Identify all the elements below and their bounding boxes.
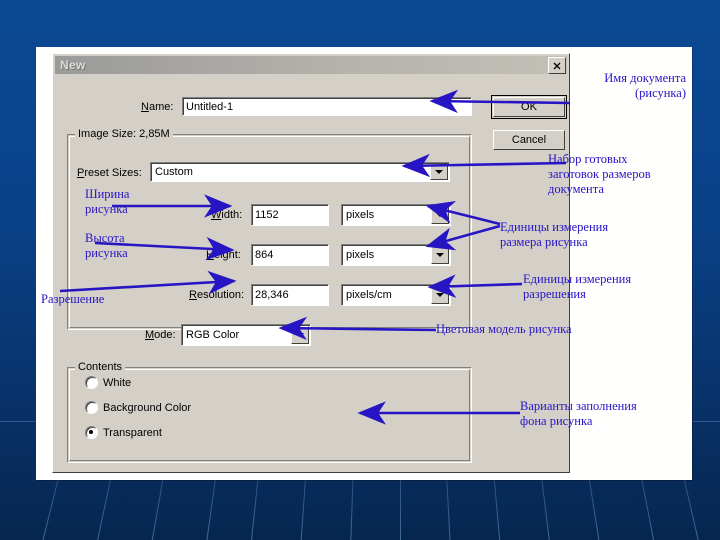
- cancel-button[interactable]: Cancel: [493, 130, 565, 150]
- contents-option-label: White: [103, 376, 132, 389]
- radio-icon[interactable]: [85, 401, 98, 414]
- width-input[interactable]: 1152: [251, 204, 329, 226]
- resolution-label: Resolution:: [189, 289, 245, 301]
- contents-group-title: Contents: [75, 361, 126, 373]
- preset-sizes-select[interactable]: Custom: [150, 162, 450, 182]
- width-units-select[interactable]: pixels: [341, 204, 451, 226]
- annotation-width: Ширина рисунка: [85, 187, 130, 216]
- width-units-value: pixels: [346, 209, 375, 221]
- preset-sizes-value: Custom: [155, 166, 193, 178]
- height-units-select[interactable]: pixels: [341, 244, 451, 266]
- annotation-resolution: Разрешение: [41, 292, 105, 306]
- mode-select[interactable]: RGB Color: [181, 324, 311, 346]
- image-size-group-title: Image Size: 2,85M: [75, 128, 173, 140]
- radio-icon[interactable]: [85, 376, 98, 389]
- preset-sizes-label: Preset Sizes:: [77, 167, 142, 179]
- annotation-color-model: Цветовая модель рисунка: [436, 322, 572, 336]
- height-units-value: pixels: [346, 249, 375, 261]
- width-label: Width:: [211, 209, 243, 221]
- annotation-height: Высота рисунка: [85, 231, 128, 260]
- annotation-resolution-units: Единицы измерения разрешения: [523, 272, 632, 301]
- annotation-fill-options: Варианты заполнения фона рисунка: [520, 399, 637, 428]
- height-value: 864: [255, 249, 274, 261]
- contents-option-label: Transparent: [103, 426, 162, 439]
- chevron-down-icon[interactable]: [291, 326, 309, 344]
- name-input-value: Untitled-1: [186, 100, 234, 113]
- chevron-down-icon[interactable]: [430, 164, 448, 180]
- radio-icon[interactable]: [85, 426, 98, 439]
- resolution-units-select[interactable]: pixels/cm: [341, 284, 451, 306]
- new-document-dialog: New Name: Untitled-1 OK Cancel Image Siz…: [41, 53, 570, 473]
- slide-content-panel: New Name: Untitled-1 OK Cancel Image Siz…: [36, 47, 692, 480]
- contents-option-white[interactable]: White: [85, 376, 131, 389]
- chevron-down-icon[interactable]: [431, 246, 449, 264]
- annotation-size-units: Единицы измерения размера рисунка: [500, 220, 609, 249]
- mode-value: RGB Color: [186, 329, 240, 341]
- cancel-button-label: Cancel: [511, 134, 547, 146]
- contents-option-label: Background Color: [103, 401, 192, 414]
- resolution-value: 28,346: [255, 289, 289, 301]
- dialog-title: New: [60, 58, 86, 72]
- chevron-down-icon[interactable]: [431, 286, 449, 304]
- resolution-units-value: pixels/cm: [346, 289, 392, 301]
- contents-option-background-color[interactable]: Background Color: [85, 401, 191, 414]
- annotation-preset-sizes: Набор готовых заготовок размеров докумен…: [548, 152, 651, 196]
- mode-label: Mode:: [145, 329, 176, 341]
- annotation-document-name: Имя документа (рисунка): [604, 71, 686, 100]
- ok-button-label: OK: [521, 101, 537, 113]
- dialog-title-bar[interactable]: New: [55, 56, 567, 74]
- height-input[interactable]: 864: [251, 244, 329, 266]
- resolution-input[interactable]: 28,346: [251, 284, 329, 306]
- chevron-down-icon[interactable]: [431, 206, 449, 224]
- contents-option-transparent[interactable]: Transparent: [85, 426, 162, 439]
- name-label: Name:: [141, 101, 174, 113]
- name-input[interactable]: Untitled-1: [182, 97, 472, 116]
- width-value: 1152: [255, 209, 279, 221]
- height-label: Height:: [206, 249, 241, 261]
